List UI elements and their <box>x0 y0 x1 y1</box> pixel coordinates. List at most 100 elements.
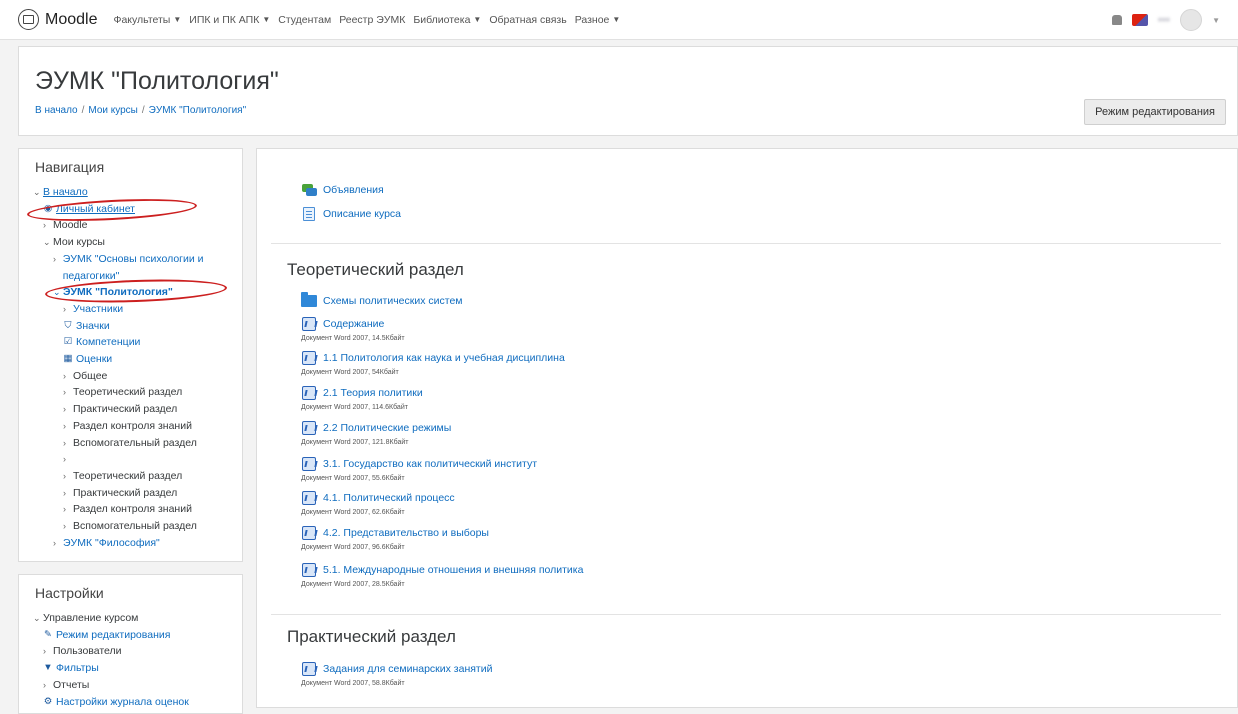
nav-section[interactable]: › Теоретический раздел <box>33 384 243 401</box>
activity-file[interactable]: 4.1. Политический процесс <box>301 490 455 506</box>
activity-file[interactable]: 2.1 Теория политики <box>301 385 423 401</box>
settings-edit-mode[interactable]: ✎ Режим редактирования <box>33 627 243 644</box>
activity-announcements[interactable]: Объявления <box>301 182 384 198</box>
nav-section[interactable]: › Вспомогательный раздел <box>33 435 243 452</box>
nav-grades[interactable]: ▦ Оценки <box>33 351 243 368</box>
activity-file[interactable]: 3.1. Государство как политический инстит… <box>301 456 537 472</box>
nav-section[interactable]: › Вспомогательный раздел <box>33 518 243 535</box>
nav-grades-link[interactable]: Оценки <box>76 351 112 368</box>
word-document-icon <box>301 420 317 436</box>
chevron-right-icon: › <box>63 437 66 448</box>
nav-badges-link[interactable]: Значки <box>76 318 110 335</box>
word-document-icon <box>301 316 317 332</box>
activity-link[interactable]: Задания для семинарских занятий <box>323 663 492 675</box>
nav-section-label: Практический раздел <box>73 486 178 499</box>
settings-course-admin[interactable]: ⌄ Управление курсом <box>33 610 243 627</box>
word-document-icon <box>301 350 317 366</box>
activity-link[interactable]: 3.1. Государство как политический инстит… <box>323 458 537 470</box>
activity-link[interactable]: 2.1 Теория политики <box>323 387 423 399</box>
nav-course-philosophy-link[interactable]: ЭУМК "Философия" <box>63 535 160 552</box>
activity-link[interactable]: Схемы политических систем <box>323 295 463 307</box>
breadcrumb-home[interactable]: В начало <box>35 105 78 116</box>
activity-file[interactable]: 5.1. Международные отношения и внешняя п… <box>301 562 583 578</box>
activity-file[interactable]: Содержание <box>301 316 384 332</box>
nav-current-course-link[interactable]: ЭУМК "Политология" <box>63 284 173 301</box>
user-name[interactable]: ••• <box>1158 15 1170 26</box>
menu-feedback[interactable]: Обратная связь <box>489 14 566 26</box>
menu-students[interactable]: Студентам <box>278 14 331 26</box>
user-area: ••• ▼ <box>1112 9 1220 31</box>
menu-misc[interactable]: Разное ▼ <box>575 14 621 26</box>
breadcrumb-course[interactable]: ЭУМК "Политология" <box>149 105 247 116</box>
nav-section[interactable]: › Теоретический раздел <box>33 468 243 485</box>
avatar[interactable] <box>1180 9 1203 31</box>
nav-competencies-link[interactable]: Компетенции <box>76 334 140 351</box>
activity-link[interactable]: 2.2 Политические режимы <box>323 422 451 434</box>
settings-edit-mode-link[interactable]: Режим редактирования <box>56 627 170 644</box>
nav-section[interactable]: › Раздел контроля знаний <box>33 418 243 435</box>
chevron-right-icon: › <box>63 521 66 532</box>
menu-faculties[interactable]: Факультеты ▼ <box>113 14 181 26</box>
settings-filters[interactable]: ▼ Фильтры <box>33 660 243 677</box>
nav-section[interactable]: › Практический раздел <box>33 401 243 418</box>
word-document-icon <box>301 385 317 401</box>
nav-section[interactable]: › <box>33 451 243 468</box>
nav-participants[interactable]: › Участники <box>33 301 243 318</box>
breadcrumb-my-courses[interactable]: Мои курсы <box>88 105 138 116</box>
activity-file[interactable]: 4.2. Представительство и выборы <box>301 525 489 541</box>
menu-label: ИПК и ПК АПК <box>189 13 260 26</box>
nav-section[interactable]: › Практический раздел <box>33 485 243 502</box>
nav-course-psych[interactable]: › ЭУМК "Основы психологии и педагогики" <box>33 251 238 284</box>
settings-filters-link[interactable]: Фильтры <box>56 660 99 677</box>
dashboard-icon: ◉ <box>43 202 53 214</box>
nav-home[interactable]: ⌄ В начало <box>33 184 243 201</box>
file-meta: Документ Word 2007, 58.8Кбайт <box>301 680 405 687</box>
nav-course-philosophy[interactable]: › ЭУМК "Философия" <box>33 535 243 552</box>
nav-site[interactable]: › Moodle <box>33 217 243 234</box>
nav-section[interactable]: › Раздел контроля знаний <box>33 501 243 518</box>
file-meta: Документ Word 2007, 55.6Кбайт <box>301 475 405 482</box>
nav-badges[interactable]: ⛉ Значки <box>33 318 243 335</box>
activity-folder[interactable]: Схемы политических систем <box>301 292 463 309</box>
file-meta: Документ Word 2007, 54Кбайт <box>301 369 399 376</box>
settings-reports[interactable]: › Отчеты <box>33 677 243 694</box>
edit-mode-button[interactable]: Режим редактирования <box>1084 99 1226 125</box>
messages-icon[interactable] <box>1132 14 1149 26</box>
nav-dashboard-link[interactable]: Личный кабинет <box>56 201 135 218</box>
activity-link[interactable]: Описание курса <box>323 208 401 220</box>
activity-file[interactable]: 2.2 Политические режимы <box>301 420 451 436</box>
activity-file[interactable]: Задания для семинарских занятий <box>301 661 492 677</box>
menu-ipk[interactable]: ИПК и ПК АПК ▼ <box>189 14 270 26</box>
activity-link[interactable]: Объявления <box>323 184 384 196</box>
nav-participants-link[interactable]: Участники <box>73 301 123 318</box>
activity-link[interactable]: 1.1 Политология как наука и учебная дисц… <box>323 352 565 364</box>
chevron-right-icon: › <box>63 504 66 515</box>
nav-section-label: Общее <box>73 369 108 382</box>
nav-my-courses[interactable]: ⌄ Мои курсы <box>33 234 243 251</box>
notification-bell-icon[interactable] <box>1112 15 1123 25</box>
shield-icon: ⛉ <box>64 319 72 331</box>
chevron-right-icon: › <box>63 487 66 498</box>
activity-link[interactable]: 5.1. Международные отношения и внешняя п… <box>323 564 583 576</box>
activity-link[interactable]: 4.1. Политический процесс <box>323 492 455 504</box>
file-meta: Документ Word 2007, 121.8Кбайт <box>301 439 409 446</box>
activity-link[interactable]: 4.2. Представительство и выборы <box>323 527 489 539</box>
menu-registry[interactable]: Реестр ЭУМК <box>339 14 405 26</box>
nav-section[interactable]: › Общее <box>33 368 243 385</box>
activity-link[interactable]: Содержание <box>323 318 384 330</box>
menu-library[interactable]: Библиотека ▼ <box>413 14 481 26</box>
nav-home-link[interactable]: В начало <box>43 184 88 201</box>
nav-course-psych-link[interactable]: ЭУМК "Основы психологии и педагогики" <box>63 251 238 284</box>
nav-current-course[interactable]: ⌄ ЭУМК "Политология" <box>33 284 243 301</box>
section-divider <box>271 614 1221 615</box>
nav-dashboard[interactable]: ◉ Личный кабинет <box>33 201 243 218</box>
file-meta: Документ Word 2007, 14.5Кбайт <box>301 335 405 342</box>
chevron-right-icon: › <box>63 470 66 481</box>
moodle-logo[interactable]: Moodle <box>18 9 105 30</box>
activity-file[interactable]: 1.1 Политология как наука и учебная дисц… <box>301 350 565 366</box>
activity-course-description[interactable]: Описание курса <box>301 206 401 222</box>
user-menu-caret-icon[interactable]: ▼ <box>1212 16 1220 25</box>
table-icon: ▦ <box>63 353 73 365</box>
settings-users[interactable]: › Пользователи <box>33 643 243 660</box>
nav-competencies[interactable]: ☑ Компетенции <box>33 334 243 351</box>
